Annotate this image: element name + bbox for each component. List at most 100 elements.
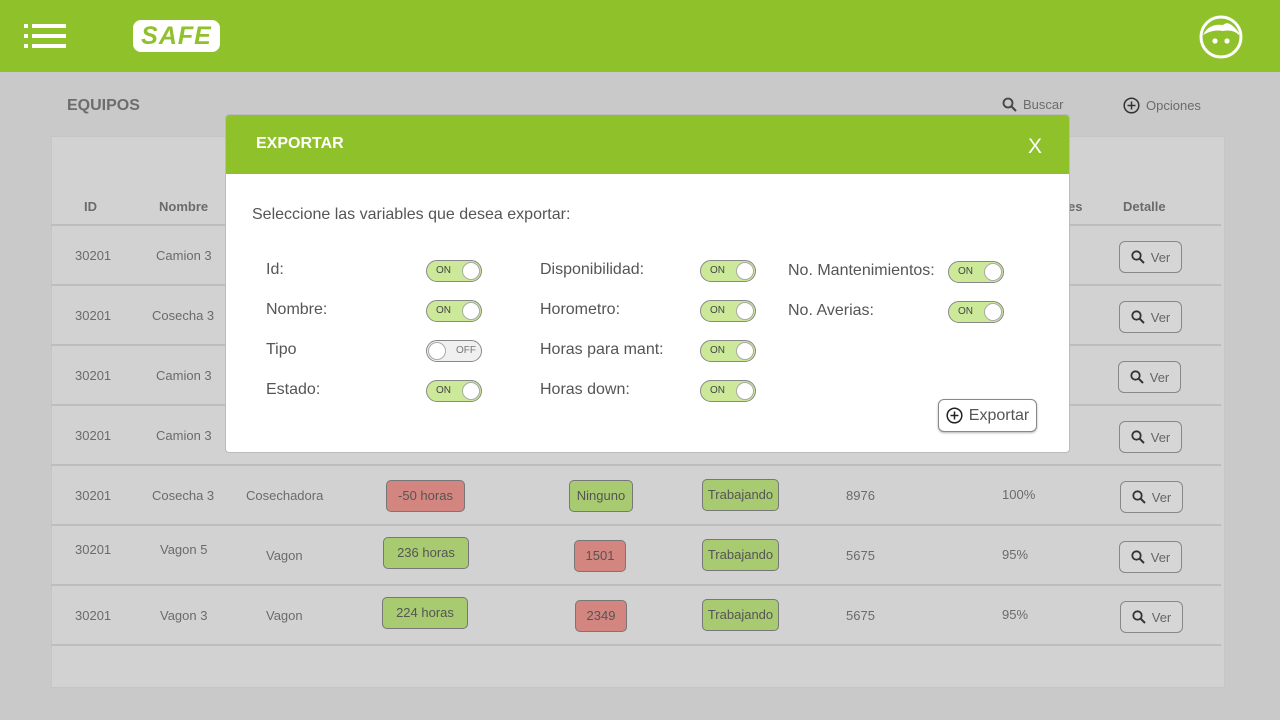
- toggle-knob: [462, 302, 480, 320]
- option-label-id: Id:: [266, 261, 284, 278]
- option-label-disponibilidad: Disponibilidad:: [540, 261, 645, 278]
- column-header-partial: es: [1068, 199, 1083, 214]
- app-logo[interactable]: SAFE: [133, 20, 220, 52]
- option-label-nombre: Nombre:: [266, 301, 328, 318]
- row-type: Vagon: [266, 548, 303, 563]
- detail-button[interactable]: Ver: [1120, 481, 1183, 513]
- menu-icon[interactable]: [24, 24, 66, 48]
- hours-badge: -50 horas: [386, 480, 465, 512]
- export-label: Exportar: [968, 406, 1030, 424]
- table-divider: [51, 644, 1221, 646]
- row-name: Cosecha 3: [152, 488, 215, 503]
- detail-label: Ver: [1151, 609, 1172, 625]
- search-icon: [1131, 250, 1145, 264]
- row-horometro: 8976: [846, 488, 875, 503]
- detail-label: Ver: [1150, 309, 1171, 325]
- option-label-tipo: Tipo: [266, 341, 297, 358]
- plus-circle-icon: [946, 407, 963, 424]
- toggle-knob: [736, 302, 754, 320]
- toggle-state: ON: [436, 385, 451, 396]
- option-label-horas-down: Horas down:: [540, 381, 630, 398]
- detail-button[interactable]: Ver: [1118, 361, 1181, 393]
- export-prompt: Seleccione las variables que desea expor…: [252, 206, 571, 223]
- row-type: Cosechadora: [246, 488, 324, 503]
- toggle-estado[interactable]: ON: [426, 380, 482, 402]
- user-avatar-icon[interactable]: [1199, 15, 1243, 59]
- option-label-mantenimientos: No. Mantenimientos:: [788, 262, 935, 279]
- toggle-knob: [984, 303, 1002, 321]
- options-label: Opciones: [1146, 98, 1201, 113]
- toggle-knob: [984, 263, 1002, 281]
- option-label-horas-mant: Horas para mant:: [540, 341, 664, 358]
- toggle-horometro[interactable]: ON: [700, 300, 756, 322]
- search-label: Buscar: [1023, 97, 1064, 112]
- option-label-estado: Estado:: [266, 381, 321, 398]
- option-label-averias: No. Averias:: [788, 302, 874, 319]
- row-horometro: 5675: [846, 608, 875, 623]
- row-id: 30201: [75, 248, 112, 263]
- detail-label: Ver: [1150, 429, 1171, 445]
- search-icon: [1131, 550, 1145, 564]
- toggle-knob: [462, 382, 480, 400]
- toggle-disponibilidad[interactable]: ON: [700, 260, 756, 282]
- row-id: 30201: [75, 542, 112, 557]
- toggle-tipo[interactable]: OFF: [426, 340, 482, 362]
- toggle-state: OFF: [456, 345, 476, 356]
- table-row: 30201 Vagon 3 Vagon 224 horas 2349 Traba…: [51, 584, 1221, 644]
- toggle-state: ON: [710, 385, 725, 396]
- toggle-knob: [736, 262, 754, 280]
- row-name: Vagon 3: [160, 608, 208, 623]
- row-id: 30201: [75, 608, 112, 623]
- table-row: 30201 Cosecha 3 Cosechadora -50 horas Ni…: [51, 464, 1221, 524]
- search-icon: [1131, 430, 1145, 444]
- toggle-nombre[interactable]: ON: [426, 300, 482, 322]
- state-badge: Trabajando: [702, 599, 779, 631]
- toggle-state: ON: [436, 305, 451, 316]
- row-name: Vagon 5: [160, 542, 208, 557]
- search-button[interactable]: Buscar: [1002, 97, 1063, 112]
- toggle-state: ON: [436, 265, 451, 276]
- option-label-horometro: Horometro:: [540, 301, 621, 318]
- toggle-averias[interactable]: ON: [948, 301, 1004, 323]
- options-button[interactable]: Opciones: [1123, 97, 1201, 114]
- row-name: Cosecha 3: [152, 308, 215, 323]
- detail-button[interactable]: Ver: [1119, 301, 1182, 333]
- column-header-name: Nombre: [159, 199, 209, 214]
- export-dialog: EXPORTAR X Seleccione las variables que …: [225, 114, 1070, 453]
- row-name: Camion 3: [156, 428, 212, 443]
- toggle-mantenimientos[interactable]: ON: [948, 261, 1004, 283]
- detail-button[interactable]: Ver: [1119, 541, 1182, 573]
- row-name: Camion 3: [156, 248, 212, 263]
- detail-button[interactable]: Ver: [1119, 421, 1182, 453]
- search-icon: [1132, 610, 1146, 624]
- state-badge: Trabajando: [702, 539, 779, 571]
- row-availability: 100%: [1002, 487, 1036, 502]
- row-availability: 95%: [1002, 547, 1029, 562]
- hours-badge: 224 horas: [382, 597, 468, 629]
- hours-badge: 236 horas: [383, 537, 469, 569]
- page-title: EQUIPOS: [67, 97, 140, 114]
- detail-button[interactable]: Ver: [1120, 601, 1183, 633]
- row-id: 30201: [75, 488, 112, 503]
- detail-label: Ver: [1150, 249, 1171, 265]
- export-dialog-title: EXPORTAR: [256, 135, 344, 152]
- detail-label: Ver: [1149, 369, 1170, 385]
- toggle-knob: [736, 342, 754, 360]
- averias-badge: 2349: [575, 600, 627, 632]
- plus-circle-icon: [1123, 97, 1140, 114]
- toggle-id[interactable]: ON: [426, 260, 482, 282]
- search-icon: [1130, 370, 1144, 384]
- close-button[interactable]: X: [1028, 135, 1042, 159]
- state-badge: Trabajando: [702, 479, 779, 511]
- toggle-horas-down[interactable]: ON: [700, 380, 756, 402]
- toggle-state: ON: [710, 265, 725, 276]
- column-header-detail: Detalle: [1123, 199, 1166, 214]
- search-icon: [1132, 490, 1146, 504]
- export-button[interactable]: Exportar: [938, 399, 1037, 432]
- toggle-knob: [462, 262, 480, 280]
- averias-badge: 1501: [574, 540, 626, 572]
- row-horometro: 5675: [846, 548, 875, 563]
- detail-button[interactable]: Ver: [1119, 241, 1182, 273]
- toggle-horas-mant[interactable]: ON: [700, 340, 756, 362]
- row-name: Camion 3: [156, 368, 212, 383]
